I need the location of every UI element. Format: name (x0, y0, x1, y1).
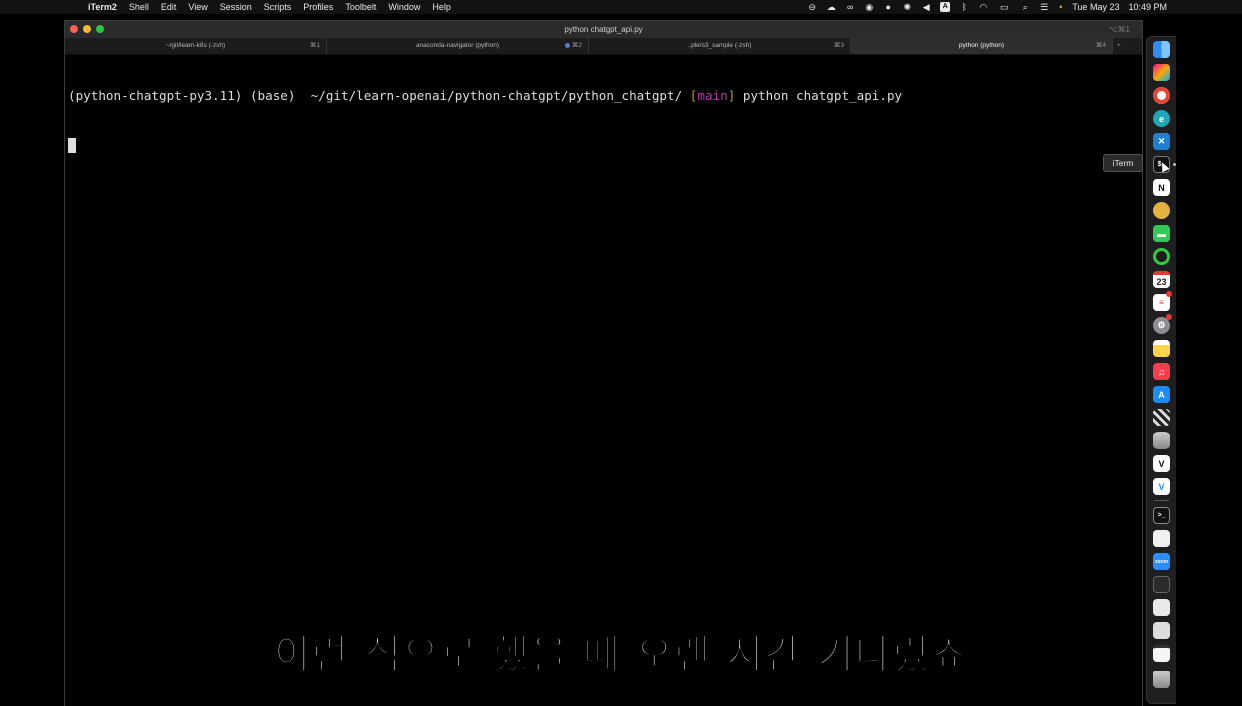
do-not-disturb-icon[interactable]: ⊖ (807, 2, 817, 12)
dock-window-icon[interactable] (1153, 576, 1170, 593)
control-center-icon[interactable]: ☰ (1039, 2, 1049, 12)
dock-tooltip: iTerm (1103, 154, 1143, 172)
menu-window[interactable]: Window (388, 0, 420, 14)
dock-separator (1154, 500, 1169, 501)
dock-notion-icon[interactable]: N (1153, 179, 1170, 196)
battery-icon[interactable]: ▭ (997, 2, 1011, 12)
terminal-cursor (68, 138, 76, 153)
terminal-output[interactable]: (python-chatgpt-py3.11) (base) ~/git/lea… (68, 56, 1139, 185)
dock-zoom-icon[interactable]: zoom (1153, 553, 1170, 570)
dock-settings-icon[interactable]: ⚙ (1153, 314, 1172, 334)
dock-terminal-icon[interactable]: >_ (1153, 507, 1170, 524)
menu-date[interactable]: Tue May 23 (1072, 0, 1119, 14)
menu-app-name[interactable]: iTerm2 (88, 0, 117, 14)
tab-learn-k8s[interactable]: ~/git/learn-k8s (-zsh) ⌘1 (65, 38, 327, 54)
dock-chrome-icon[interactable] (1153, 87, 1170, 104)
close-button[interactable] (70, 25, 78, 33)
dock-vscode-icon[interactable]: ✕ (1153, 133, 1170, 150)
volume-icon[interactable]: ◀ (921, 2, 931, 12)
vpn-icon[interactable]: ● (883, 2, 893, 12)
tab-bar: ~/git/learn-k8s (-zsh) ⌘1 anaconda-navig… (65, 38, 1142, 55)
running-indicator-icon (1173, 163, 1176, 166)
tab-shortcut: ⌘3 (833, 42, 844, 49)
dock-sequel-icon[interactable] (1153, 202, 1170, 219)
menu-edit[interactable]: Edit (161, 0, 177, 14)
menu-time[interactable]: 10:49 PM (1128, 0, 1167, 14)
record-icon[interactable]: ◉ (864, 2, 874, 12)
dock-reminders-icon[interactable]: ≡ (1153, 291, 1172, 311)
dock-finder-icon[interactable] (1153, 41, 1170, 58)
dock-messages-icon[interactable]: ▬ (1153, 225, 1170, 242)
cloud-icon[interactable]: ☁ (826, 2, 836, 12)
tab-python[interactable]: python (python) ⌘4 (851, 38, 1113, 54)
branch-bracket-close: ] (727, 88, 736, 103)
dock-preview-icon[interactable] (1153, 599, 1170, 616)
dock-claquette-icon[interactable] (1153, 409, 1170, 426)
dock-edge-icon[interactable]: e (1153, 110, 1170, 127)
menu-shell[interactable]: Shell (129, 0, 149, 14)
notification-badge (1166, 291, 1172, 297)
prompt-line: (python-chatgpt-py3.11) (base) ~/git/lea… (68, 88, 1139, 104)
window-titlebar[interactable]: python chatgpt_api.py ⌥⌘1 (65, 21, 1142, 38)
search-icon[interactable]: ⌕ (1020, 2, 1030, 12)
tab-shortcut: ⌘1 (309, 42, 320, 49)
tab-s3-sample[interactable]: ..ple/s3_sample (-zsh) ⌘3 (589, 38, 851, 54)
status-dot-icon: • (1059, 2, 1063, 12)
dock-document-icon[interactable] (1153, 530, 1170, 547)
dock-notes-icon[interactable] (1153, 340, 1170, 357)
tab-shortcut: ⌘4 (1095, 42, 1106, 49)
activity-dot-icon (564, 42, 570, 48)
tab-shortcut: ⌘2 (571, 42, 582, 49)
video-subtitle: 이런 식으로 했을 때 오랜 시간 기다렸죠 (273, 631, 969, 679)
git-branch: main (697, 88, 728, 103)
gear-icon[interactable]: ✺ (902, 2, 912, 12)
dock-music-icon[interactable]: ♫ (1153, 363, 1170, 380)
prompt-path: ~/git/learn-openai/python-chatgpt/python… (310, 88, 683, 103)
dock-vim-icon[interactable]: V (1153, 455, 1170, 472)
prompt-env: (python-chatgpt-py3.11) (base) (68, 88, 296, 103)
menu-profiles[interactable]: Profiles (303, 0, 333, 14)
new-tab-button[interactable]: + (1113, 38, 1142, 54)
tab-label: python (python) (958, 42, 1005, 49)
menu-help[interactable]: Help (432, 0, 451, 14)
dock-database-icon[interactable] (1153, 432, 1170, 449)
glasses-icon[interactable]: ∞ (845, 2, 855, 12)
wifi-icon[interactable]: ◠ (978, 2, 988, 12)
notification-badge (1166, 314, 1172, 320)
dock-calendar-icon[interactable]: 23 (1153, 271, 1170, 288)
window-title: python chatgpt_api.py (564, 25, 643, 34)
input-source-icon[interactable]: A (940, 2, 951, 12)
iterm-window: python chatgpt_api.py ⌥⌘1 ~/git/learn-k8… (64, 20, 1143, 706)
dock-vectorize-icon[interactable]: V (1153, 478, 1170, 495)
dock-appstore-icon[interactable]: A (1153, 386, 1170, 403)
tab-label: ..ple/s3_sample (-zsh) (687, 42, 752, 49)
menu-toolbelt[interactable]: Toolbelt (345, 0, 376, 14)
dock-sync-icon[interactable] (1153, 248, 1170, 265)
minimize-button[interactable] (83, 25, 91, 33)
menu-bar: iTerm2 Shell Edit View Session Scripts P… (0, 0, 1242, 14)
menu-scripts[interactable]: Scripts (264, 0, 292, 14)
maximize-button[interactable] (96, 25, 104, 33)
dock-launchpad-icon[interactable] (1153, 64, 1170, 81)
menu-view[interactable]: View (188, 0, 207, 14)
terminal-command: python chatgpt_api.py (742, 88, 903, 103)
tab-label: anaconda-navigator (python) (415, 42, 500, 49)
bluetooth-icon[interactable]: ᛒ (959, 2, 969, 12)
dock: e ✕ $_ N ▬ 23 ≡ ⚙ ♫ A V V >_ zoom (1146, 36, 1176, 704)
window-shortcut: ⌥⌘1 (1108, 25, 1130, 34)
tab-label: ~/git/learn-k8s (-zsh) (165, 42, 226, 49)
menu-session[interactable]: Session (220, 0, 252, 14)
tab-anaconda-navigator[interactable]: anaconda-navigator (python) ⌘2 (327, 38, 589, 54)
